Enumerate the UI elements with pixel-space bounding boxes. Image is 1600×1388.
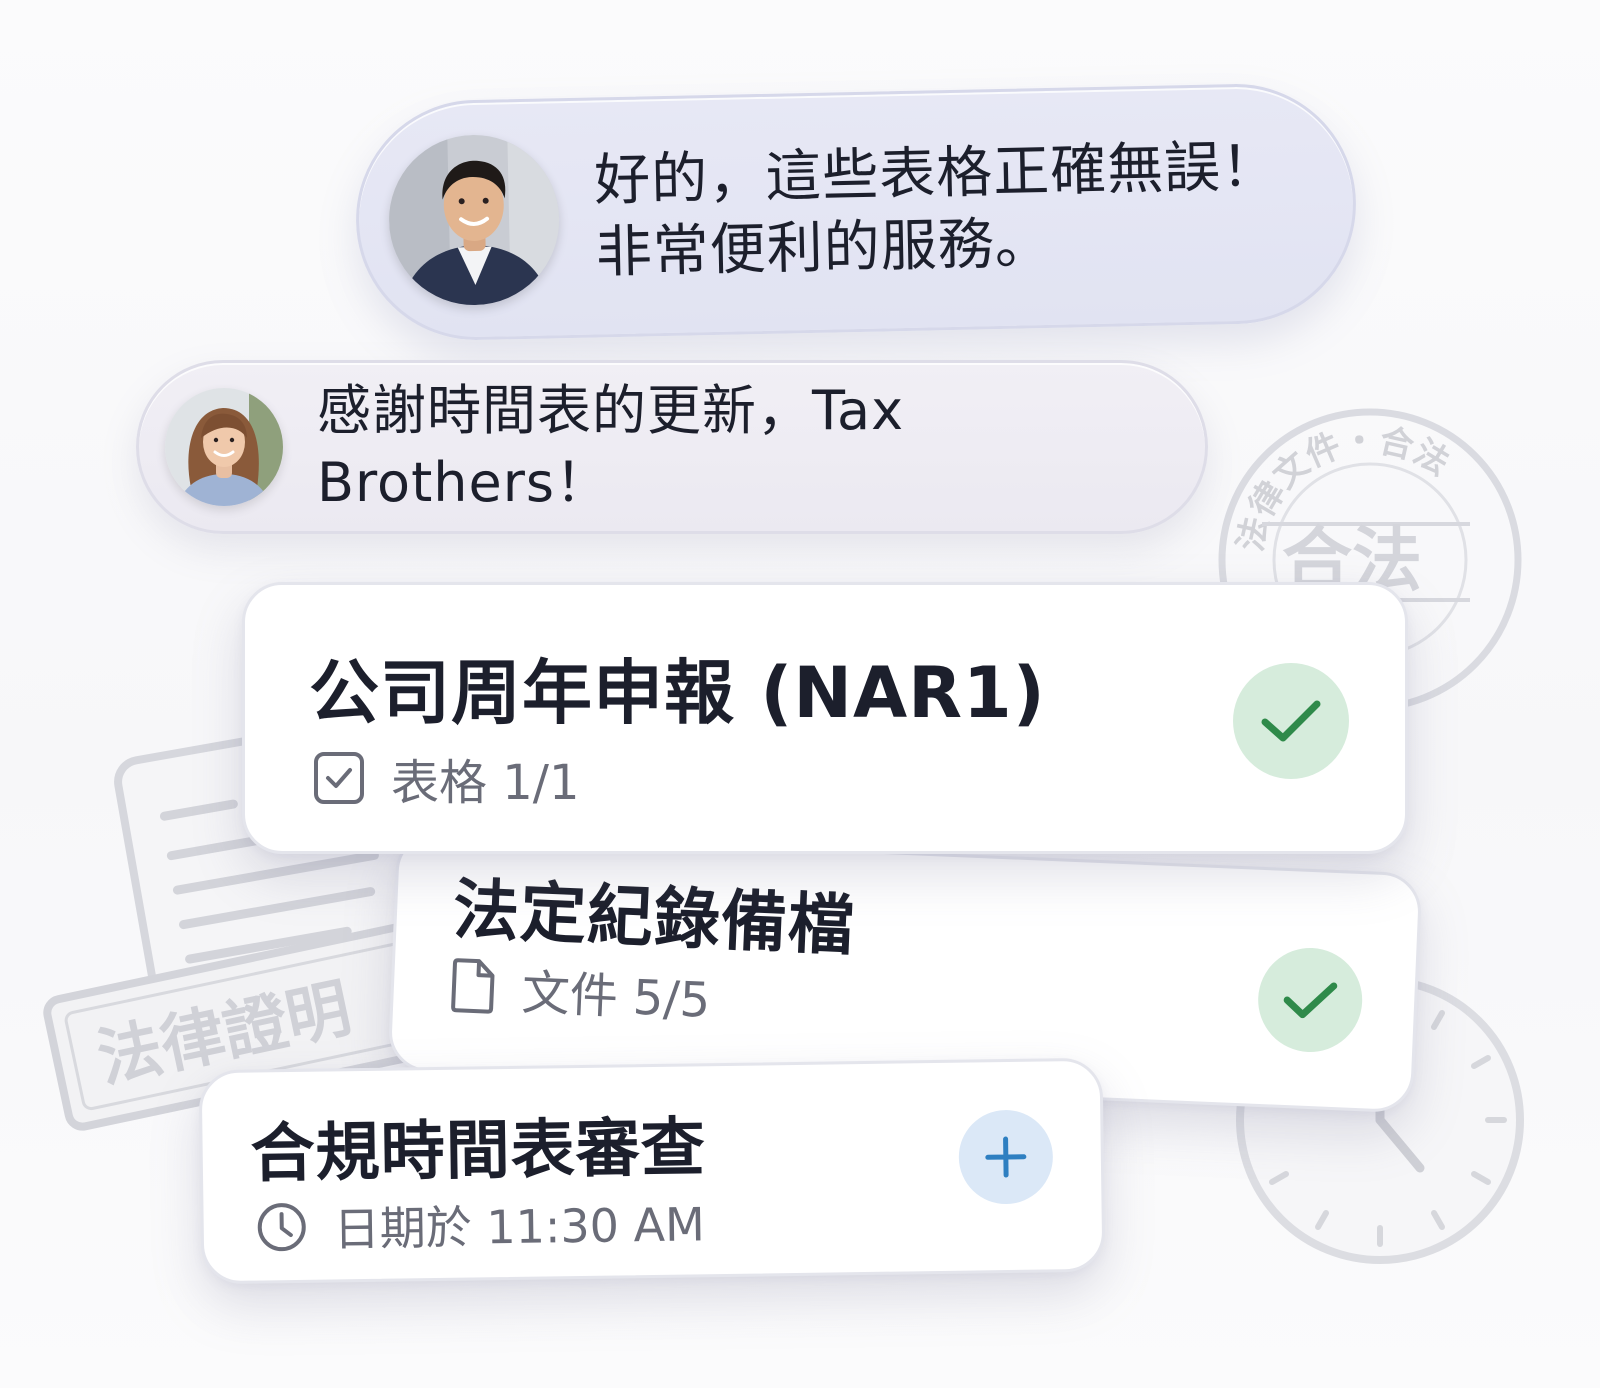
task-meta-text: 文件 5/5 xyxy=(520,964,712,1029)
plus-icon xyxy=(985,1136,1027,1178)
task-complete-status[interactable] xyxy=(1256,945,1365,1055)
task-complete-status[interactable] xyxy=(1233,663,1349,779)
task-card-compliance-review[interactable]: 合規時間表審查 日期於 11:30 AM xyxy=(198,1057,1106,1285)
clock-icon xyxy=(255,1201,308,1254)
check-icon xyxy=(1261,700,1321,742)
woman-avatar xyxy=(165,388,283,506)
checkbox-icon xyxy=(313,751,365,805)
round-stamp-ring-text: 法律文件・合法 xyxy=(1231,420,1456,555)
task-title: 公司周年申報 (NAR1) xyxy=(309,652,1046,734)
chat-bubble-client-woman: 感謝時間表的更新，Tax Brothers！ xyxy=(136,360,1208,534)
add-task-button[interactable] xyxy=(958,1109,1054,1205)
chat-bubble-client-man: 好的，這些表格正確無誤！ 非常便利的服務。 xyxy=(353,81,1359,343)
document-icon xyxy=(449,957,497,1015)
task-meta: 日期於 11:30 AM xyxy=(255,1188,705,1260)
task-card-annual-return[interactable]: 公司周年申報 (NAR1) 表格 1/1 xyxy=(242,582,1408,854)
chat-message-text: 好的，這些表格正確無誤！ 非常便利的服務。 xyxy=(593,134,1279,286)
man-avatar xyxy=(387,133,561,307)
chat-message-text: 感謝時間表的更新，Tax Brothers！ xyxy=(317,379,905,514)
task-meta-text: 日期於 11:30 AM xyxy=(333,1197,706,1257)
task-meta: 文件 5/5 xyxy=(449,950,712,1031)
task-meta-text: 表格 1/1 xyxy=(391,755,580,811)
task-meta: 表格 1/1 xyxy=(313,743,580,813)
task-title: 合規時間表審查 xyxy=(250,1111,707,1192)
check-icon xyxy=(1283,982,1338,1019)
